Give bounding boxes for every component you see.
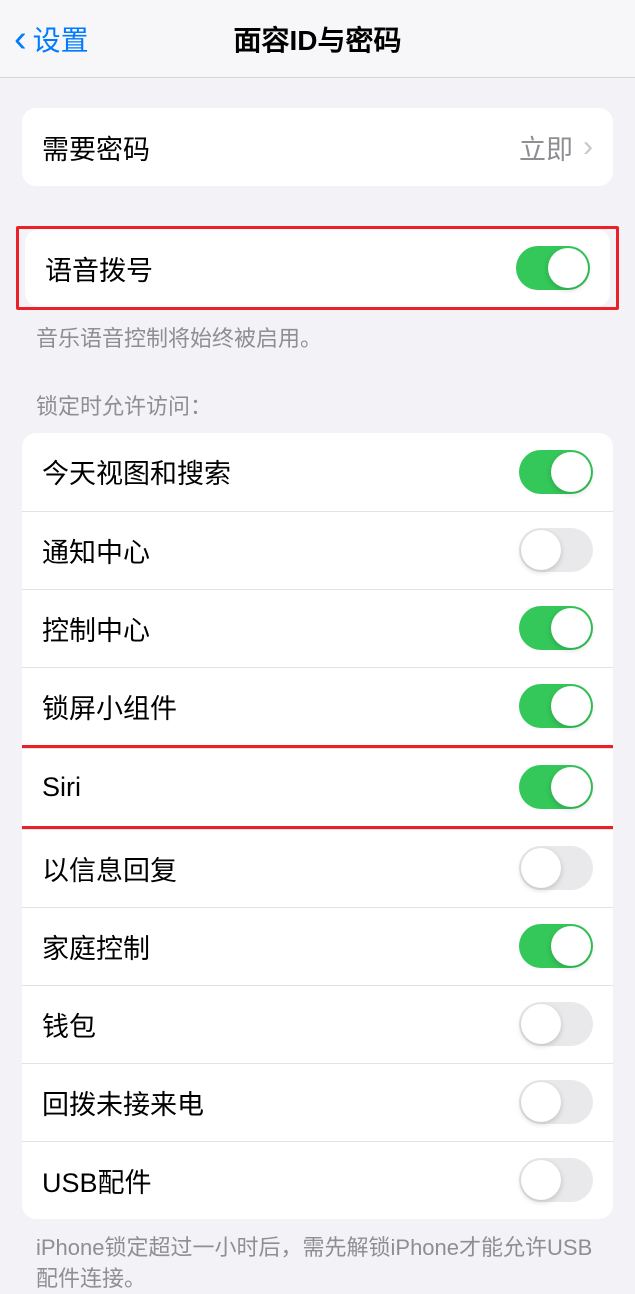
- lock-access-toggle[interactable]: [519, 1158, 593, 1202]
- lock-access-label: USB配件: [42, 1161, 519, 1200]
- require-passcode-row[interactable]: 需要密码 立即 ›: [22, 108, 613, 186]
- lock-access-label: Siri: [42, 772, 519, 803]
- lock-access-row: 回拨未接来电: [22, 1063, 613, 1141]
- lock-access-label: 今天视图和搜索: [42, 452, 519, 491]
- lock-access-label: 控制中心: [42, 609, 519, 648]
- lock-access-toggle[interactable]: [519, 924, 593, 968]
- lock-access-toggle[interactable]: [519, 1080, 593, 1124]
- lock-access-row: 以信息回复: [22, 829, 613, 907]
- lock-access-toggle[interactable]: [519, 450, 593, 494]
- voice-dial-label: 语音拨号: [45, 249, 516, 288]
- lock-access-toggle[interactable]: [519, 606, 593, 650]
- lock-access-row: 家庭控制: [22, 907, 613, 985]
- lock-access-toggle[interactable]: [519, 1002, 593, 1046]
- require-passcode-group: 需要密码 立即 ›: [22, 108, 613, 186]
- lock-access-row: Siri: [22, 748, 613, 826]
- lock-access-row: 通知中心: [22, 511, 613, 589]
- lock-access-label: 家庭控制: [42, 927, 519, 966]
- voice-dial-toggle[interactable]: [516, 246, 590, 290]
- require-passcode-label: 需要密码: [42, 128, 519, 167]
- voice-dial-row: 语音拨号: [25, 229, 610, 307]
- chevron-right-icon: ›: [583, 132, 593, 162]
- lock-access-toggle[interactable]: [519, 684, 593, 728]
- lock-access-group: 今天视图和搜索通知中心控制中心锁屏小组件 Siri 以信息回复家庭控制钱包回拨未接来…: [22, 433, 613, 1219]
- lock-access-row: 今天视图和搜索: [22, 433, 613, 511]
- nav-bar: ‹ 设置 面容ID与密码: [0, 0, 635, 78]
- lock-access-toggle[interactable]: [519, 528, 593, 572]
- back-button[interactable]: ‹ 设置: [14, 19, 89, 59]
- lock-access-toggle[interactable]: [519, 765, 593, 809]
- highlight-voice-dial: 语音拨号: [16, 226, 619, 310]
- lock-access-label: 钱包: [42, 1005, 519, 1044]
- lock-access-row: 锁屏小组件: [22, 667, 613, 745]
- lock-access-row: USB配件: [22, 1141, 613, 1219]
- lock-access-label: 回拨未接来电: [42, 1083, 519, 1122]
- lock-access-toggle[interactable]: [519, 846, 593, 890]
- lock-access-footer: iPhone锁定超过一小时后，需先解锁iPhone才能允许USB配件连接。: [36, 1233, 599, 1294]
- chevron-left-icon: ‹: [14, 20, 27, 58]
- lock-access-row: 钱包: [22, 985, 613, 1063]
- require-passcode-value: 立即: [519, 128, 573, 167]
- lock-access-label: 通知中心: [42, 531, 519, 570]
- lock-access-header: 锁定时允许访问：: [36, 389, 599, 421]
- highlight-siri: Siri: [22, 745, 613, 829]
- lock-access-label: 锁屏小组件: [42, 687, 519, 726]
- back-label: 设置: [33, 19, 89, 59]
- lock-access-label: 以信息回复: [42, 849, 519, 888]
- page-title: 面容ID与密码: [233, 19, 401, 59]
- voice-dial-footer: 音乐语音控制将始终被启用。: [36, 324, 599, 355]
- lock-access-row: 控制中心: [22, 589, 613, 667]
